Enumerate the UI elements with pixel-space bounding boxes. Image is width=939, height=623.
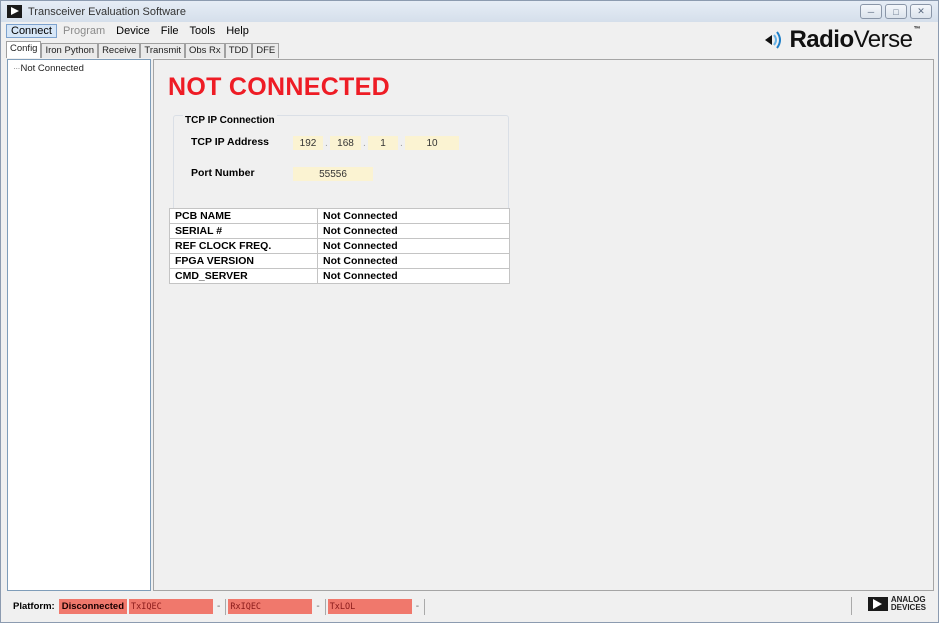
info-key: REF CLOCK FREQ. — [169, 238, 318, 254]
window-title: Transceiver Evaluation Software — [28, 5, 186, 18]
platform-status-badge: Disconnected — [58, 599, 127, 614]
ip-separator: . — [363, 138, 366, 149]
minimize-button[interactable]: ─ — [860, 4, 882, 19]
maximize-button[interactable]: □ — [885, 4, 907, 19]
tab-iron-python[interactable]: Iron Python — [41, 43, 99, 58]
status-bar: Platform: Disconnected TxIQEC - RxIQEC -… — [7, 594, 934, 619]
menu-device[interactable]: Device — [111, 24, 155, 38]
ip-octet-2-input[interactable]: 168 — [330, 136, 361, 150]
info-value: Not Connected — [317, 253, 510, 269]
platform-label: Platform: — [13, 601, 55, 612]
info-key: SERIAL # — [169, 223, 318, 239]
close-button[interactable]: ✕ — [910, 4, 932, 19]
info-key: FPGA VERSION — [169, 253, 318, 269]
radioverse-wordmark: RadioVerse™ — [789, 26, 920, 53]
menu-tools[interactable]: Tools — [185, 24, 221, 38]
tree-item-label: Not Connected — [20, 63, 84, 74]
ip-separator: . — [400, 138, 403, 149]
info-value: Not Connected — [317, 223, 510, 239]
info-value: Not Connected — [317, 268, 510, 284]
tab-tdd[interactable]: TDD — [224, 43, 253, 58]
analog-devices-wordmark: ANALOG DEVICES — [890, 595, 926, 612]
radioverse-logo: RadioVerse™ — [763, 26, 920, 54]
status-divider — [851, 597, 852, 615]
status-divider — [225, 598, 227, 615]
tab-receive[interactable]: Receive — [98, 43, 141, 58]
cal-status-txlol: TxLOL — [327, 599, 412, 614]
menu-file[interactable]: File — [156, 24, 184, 38]
table-row: CMD_SERVER Not Connected — [169, 268, 510, 284]
config-panel: NOT CONNECTED TCP IP Connection TCP IP A… — [153, 59, 934, 591]
table-row: REF CLOCK FREQ. Not Connected — [169, 238, 510, 254]
menu-connect[interactable]: Connect — [6, 24, 57, 38]
cal-status-rxiqec: RxIQEC — [228, 599, 313, 614]
info-key: PCB NAME — [169, 208, 318, 224]
table-row: SERIAL # Not Connected — [169, 223, 510, 239]
analog-devices-mark-icon — [867, 597, 888, 611]
connection-status-heading: NOT CONNECTED — [168, 73, 390, 101]
device-tree[interactable]: ···Not Connected — [7, 59, 151, 591]
info-value: Not Connected — [317, 208, 510, 224]
table-row: FPGA VERSION Not Connected — [169, 253, 510, 269]
tab-obs-rx[interactable]: Obs Rx — [185, 43, 225, 58]
ip-separator: . — [325, 138, 328, 149]
tab-transmit[interactable]: Transmit — [140, 43, 185, 58]
cal-status-txiqec: TxIQEC — [129, 599, 213, 614]
tree-item[interactable]: ···Not Connected — [8, 60, 150, 74]
tcp-group-title: TCP IP Connection — [183, 115, 277, 126]
app-window: Transceiver Evaluation Software ─ □ ✕ Co… — [0, 0, 939, 623]
port-number-label: Port Number — [191, 167, 255, 179]
analog-devices-logo: ANALOG DEVICES — [867, 595, 926, 612]
status-divider — [424, 598, 426, 615]
info-value: Not Connected — [317, 238, 510, 254]
tab-dfe[interactable]: DFE — [252, 43, 280, 58]
cal-value-txlol: - — [415, 601, 420, 612]
menu-bar: Connect Program Device File Tools Help — [1, 22, 701, 40]
device-info-table: PCB NAME Not Connected SERIAL # Not Conn… — [169, 208, 510, 284]
menu-program[interactable]: Program — [58, 24, 110, 38]
window-controls: ─ □ ✕ — [860, 4, 932, 19]
app-logo-icon — [7, 5, 22, 18]
table-row: PCB NAME Not Connected — [169, 208, 510, 224]
radio-waves-icon — [763, 29, 785, 51]
info-key: CMD_SERVER — [169, 268, 318, 284]
ip-octet-4-input[interactable]: 10 — [405, 136, 459, 150]
ip-octet-3-input[interactable]: 1 — [368, 136, 398, 150]
ip-address-label: TCP IP Address — [191, 136, 270, 148]
port-number-input[interactable]: 55556 — [293, 167, 373, 181]
ip-octet-1-input[interactable]: 192 — [293, 136, 323, 150]
cal-value-rxiqec: - — [316, 601, 320, 612]
status-divider — [324, 598, 326, 615]
menu-help[interactable]: Help — [221, 24, 254, 38]
title-bar: Transceiver Evaluation Software ─ □ ✕ — [1, 1, 938, 22]
tab-bar: Config Iron Python Receive Transmit Obs … — [6, 41, 280, 58]
cal-value-txiqec: - — [217, 601, 221, 612]
tab-config[interactable]: Config — [6, 41, 42, 58]
